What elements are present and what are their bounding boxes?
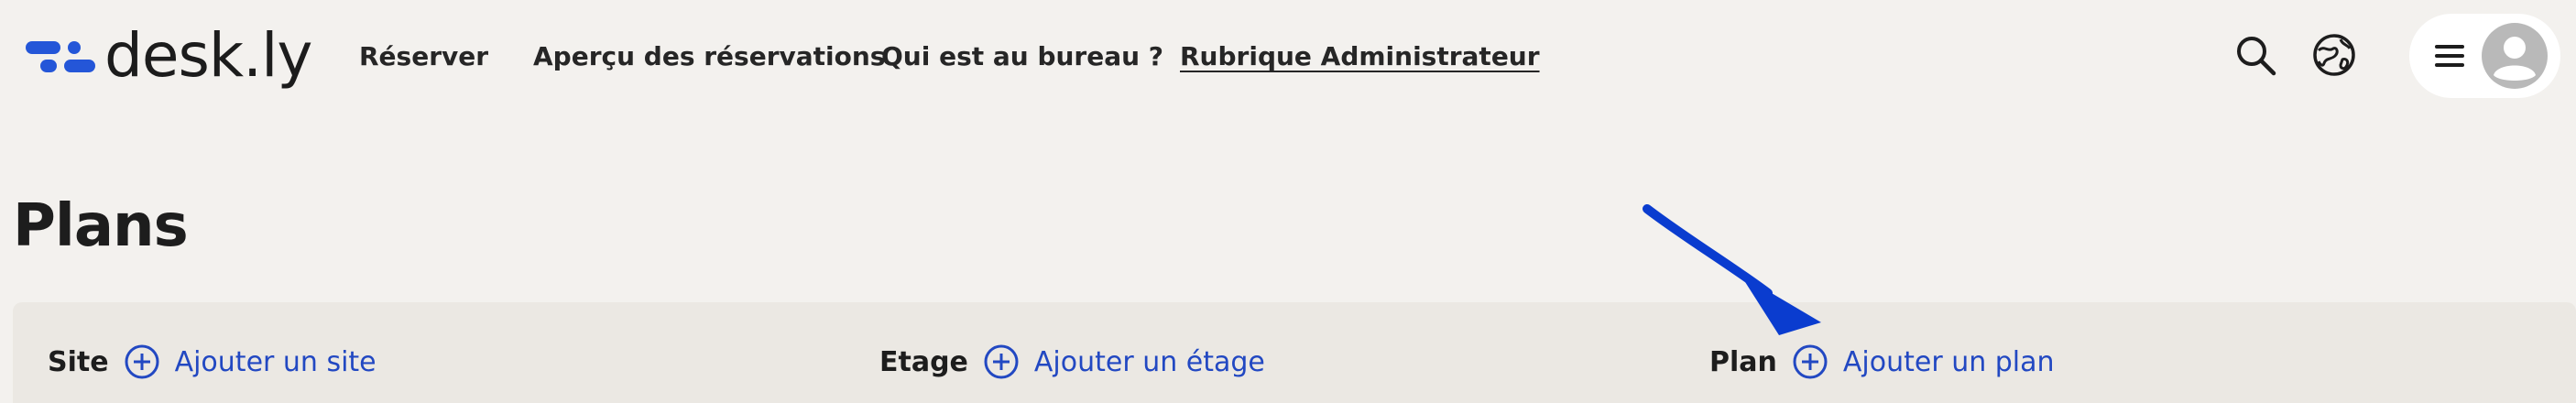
add-plan-button[interactable]: Ajouter un plan [1792,343,2055,380]
plus-circle-icon [1793,344,1828,379]
filter-panel [13,302,2576,403]
etage-label: Etage [879,345,968,378]
add-etage-button[interactable]: Ajouter un étage [983,343,1265,380]
etage-filter: Etage Ajouter un étage [879,337,1265,387]
plus-circle-icon [984,344,1019,379]
nav-link-rubrique-administrateur[interactable]: Rubrique Administrateur [1180,41,1540,71]
search-button[interactable] [2226,26,2285,84]
nav-item-reserver[interactable]: Réserver [359,33,488,79]
top-navigation-bar: desk.ly Réserver Aperçu des réservations… [0,0,2576,110]
desk-ly-logo[interactable]: desk.ly [26,16,312,95]
site-label: Site [48,345,109,378]
user-avatar-icon [2482,23,2548,89]
nav-item-rubrique-administrateur[interactable]: Rubrique Administrateur [1180,33,1540,79]
nav-link-reserver[interactable]: Réserver [359,41,488,71]
add-etage-label[interactable]: Ajouter un étage [1034,346,1265,378]
nav-link-apercu-reservations[interactable]: Aperçu des réservations [533,41,885,71]
nav-item-apercu-reservations[interactable]: Aperçu des réservations [533,33,885,79]
globe-icon [2313,34,2355,76]
user-menu-button[interactable] [2409,14,2560,98]
add-plan-label[interactable]: Ajouter un plan [1843,346,2055,378]
annotation-arrow-icon [1643,204,1821,335]
plan-label: Plan [1709,345,1777,378]
menu-icon [2435,45,2464,67]
nav-item-qui-est-au-bureau[interactable]: Qui est au bureau ? [881,33,1163,79]
page-title: Plans [13,192,189,260]
plus-circle-icon [125,344,159,379]
nav-link-qui-est-au-bureau[interactable]: Qui est au bureau ? [881,41,1163,71]
plan-filter: Plan Ajouter un plan [1709,337,2055,387]
language-button[interactable] [2305,26,2363,84]
brand-name: desk.ly [104,20,312,91]
site-filter: Site Ajouter un site [48,337,377,387]
search-icon [2237,37,2276,76]
add-site-label[interactable]: Ajouter un site [175,346,377,378]
logo-mark-icon [26,36,95,76]
add-site-button[interactable]: Ajouter un site [124,343,377,380]
